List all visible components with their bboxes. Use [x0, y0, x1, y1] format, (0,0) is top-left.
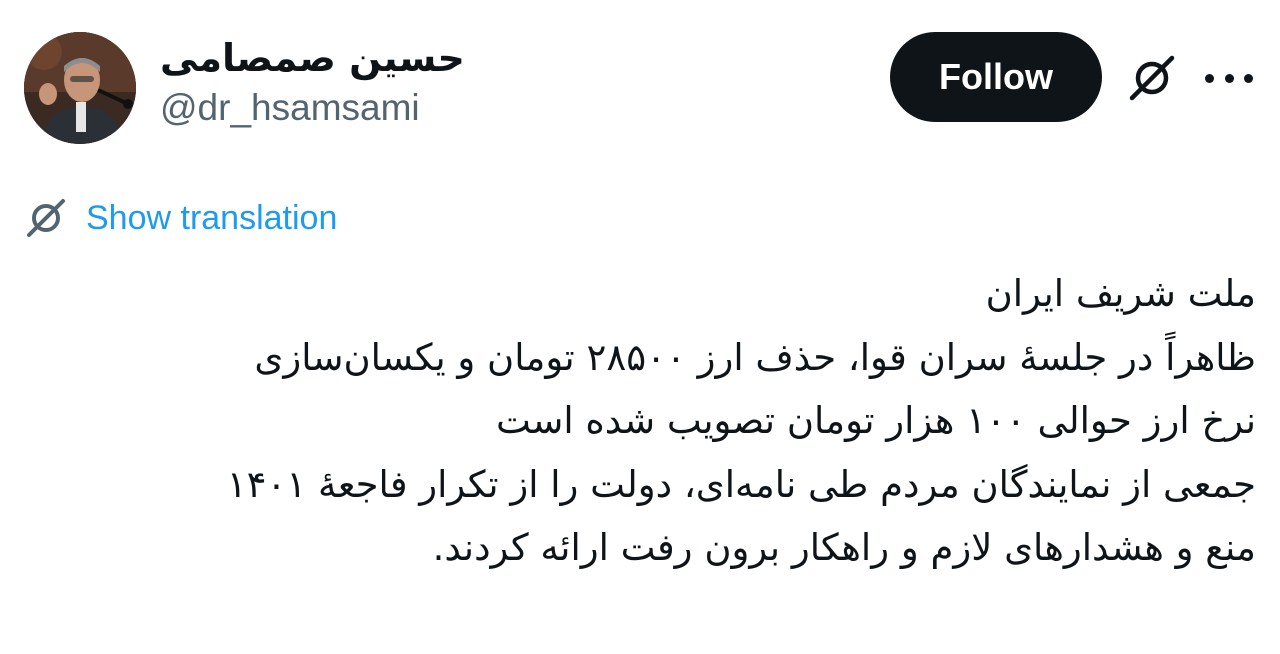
tweet-line: منع و هشدارهای لازم و راهکار برون رفت ار…: [432, 526, 1256, 569]
tweet-text: ملت شریف ایران ظاهراً در جلسۀ سران قوا، …: [20, 262, 1256, 580]
more-dot-icon: [1244, 73, 1253, 83]
tweet-line: ملت شریف ایران: [985, 272, 1256, 315]
grok-translate-icon: [27, 199, 65, 237]
author-photo-icon: [24, 32, 136, 144]
follow-button[interactable]: Follow: [890, 32, 1102, 122]
author-block: حسین صمصامی @dr_hsamsami: [160, 34, 465, 130]
avatar[interactable]: [24, 32, 136, 144]
author-display-name[interactable]: حسین صمصامی: [160, 34, 465, 82]
more-options-icon[interactable]: [1205, 64, 1253, 92]
tweet-line: جمعی از نمایندگان مردم طی نامه‌ای، دولت …: [226, 462, 1256, 506]
show-translation-label[interactable]: Show translation: [86, 199, 337, 238]
more-dot-icon: [1224, 73, 1234, 83]
grok-icon[interactable]: [1126, 52, 1178, 104]
tweet-card: حسین صمصامی @dr_hsamsami Follow Show tra…: [0, 0, 1280, 654]
tweet-line: نرخ ارز حوالی ۱۰۰ هزار تومان تصویب شده ا…: [495, 399, 1256, 442]
show-translation-link[interactable]: Show translation: [24, 194, 337, 242]
more-dot-icon: [1205, 73, 1214, 83]
tweet-line: ظاهراً در جلسۀ سران قوا، حذف ارز ۲۸۵۰۰ ت…: [254, 335, 1256, 379]
author-handle[interactable]: @dr_hsamsami: [160, 86, 465, 130]
